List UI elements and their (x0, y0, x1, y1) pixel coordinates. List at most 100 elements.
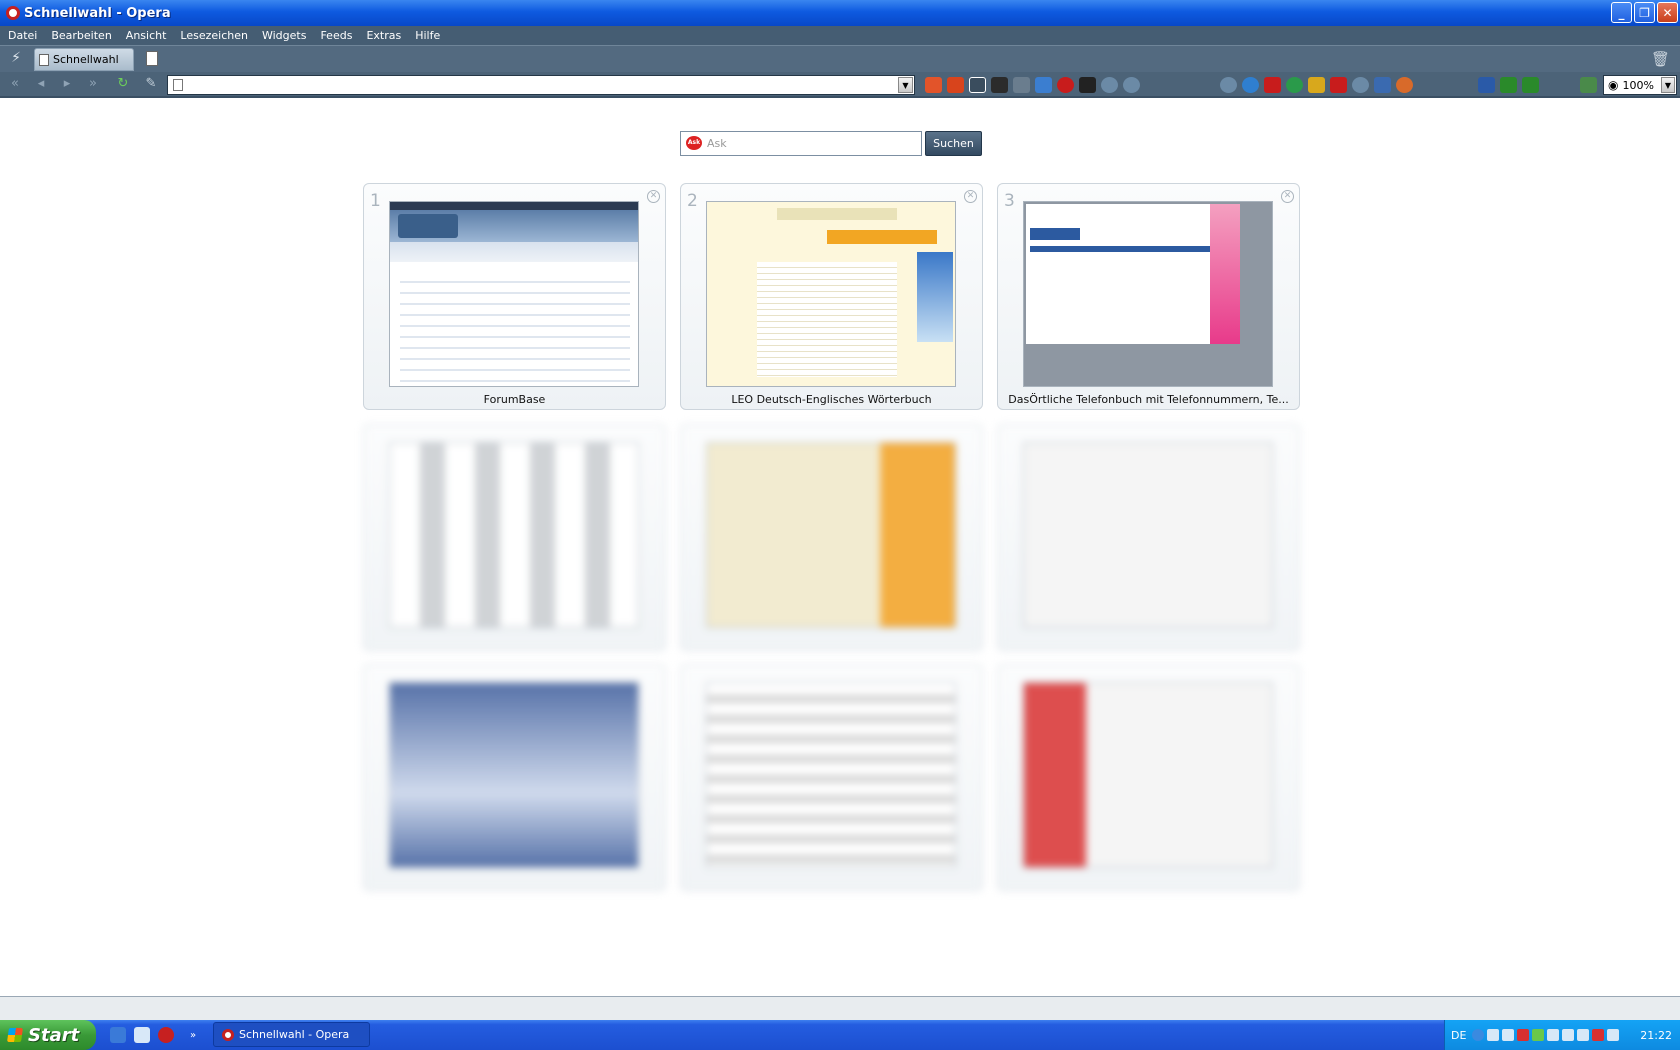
dial-thumbnail (389, 442, 639, 628)
search-engine-icon[interactable] (1123, 77, 1140, 93)
search-engine-icon[interactable] (947, 77, 964, 93)
menu-lesezeichen[interactable]: Lesezeichen (174, 29, 256, 42)
new-tab-button[interactable] (146, 51, 158, 66)
search-button[interactable]: Suchen (925, 131, 982, 156)
zoom-value: 100% (1622, 78, 1654, 92)
trash-icon[interactable]: 🗑 (1651, 50, 1670, 68)
tab-bar: ⚡ Schnellwahl 🗑 (0, 45, 1680, 72)
dial-thumbnail (1023, 442, 1273, 628)
dial-thumbnail (389, 682, 639, 868)
speed-dial-8[interactable] (680, 664, 983, 891)
speed-dial-1[interactable]: 1 ✕ ForumBase (363, 183, 666, 410)
sidebar-ads (917, 252, 953, 342)
speed-dial-7[interactable] (363, 664, 666, 891)
ie-icon[interactable] (110, 1027, 126, 1043)
bookmark-icon[interactable] (1220, 77, 1237, 93)
tab-schnellwahl[interactable]: Schnellwahl (34, 48, 134, 71)
tray-icon[interactable] (1592, 1029, 1605, 1041)
zoom-dropdown-button[interactable]: ▼ (1661, 77, 1675, 93)
speed-dial-9[interactable] (997, 664, 1300, 891)
search-engine-icon[interactable] (1101, 77, 1118, 93)
bookmark-icon[interactable] (1478, 77, 1495, 93)
menu-feeds[interactable]: Feeds (314, 29, 360, 42)
bookmark-icon[interactable] (1396, 77, 1413, 93)
bookmark-icon[interactable] (1286, 77, 1303, 93)
close-icon[interactable]: ✕ (1281, 190, 1294, 203)
dial-number: 1 (370, 191, 381, 211)
dial-thumbnail (1023, 682, 1273, 868)
opera-icon[interactable] (158, 1027, 174, 1043)
close-icon[interactable]: ✕ (647, 190, 660, 203)
menu-bearbeiten[interactable]: Bearbeiten (45, 29, 119, 42)
minimize-button[interactable]: _ (1611, 2, 1632, 23)
close-icon[interactable]: ✕ (964, 190, 977, 203)
dial-thumbnail (706, 201, 956, 387)
navigation-toolbar: « ◂ ▸ » ↻ ✎ ▼ ◉ 100% ▼ (0, 72, 1680, 98)
maximize-button[interactable]: ❐ (1634, 2, 1655, 23)
language-indicator[interactable]: DE (1451, 1029, 1466, 1042)
search-engine-icon[interactable] (991, 77, 1008, 93)
clock[interactable]: 21:22 (1640, 1029, 1672, 1042)
lightning-icon[interactable]: ⚡ (6, 50, 26, 68)
tray-icon[interactable] (1607, 1029, 1620, 1041)
dial-thumbnail (389, 201, 639, 387)
desktop-icon[interactable] (134, 1027, 150, 1043)
counter-icon[interactable] (1522, 77, 1539, 93)
tray-icon[interactable] (1532, 1029, 1545, 1041)
speed-dial-4[interactable] (363, 424, 666, 651)
bookmark-icon[interactable] (1308, 77, 1325, 93)
dial-title: ForumBase (483, 393, 546, 406)
tools-icon[interactable]: ✎ (140, 76, 162, 94)
search-engine-icon[interactable] (1013, 77, 1030, 93)
menu-extras[interactable]: Extras (360, 29, 409, 42)
fast-forward-button[interactable]: » (82, 76, 104, 94)
site-header (777, 208, 897, 220)
search-engine-icon[interactable] (1079, 77, 1096, 93)
counter-icon[interactable] (1500, 77, 1517, 93)
speed-dial-3[interactable]: 3 ✕ DasÖrtliche Telefonbuch mit Telefonn… (997, 183, 1300, 410)
bookmark-icon[interactable] (1242, 77, 1259, 93)
menu-widgets[interactable]: Widgets (256, 29, 314, 42)
taskbar-item-opera[interactable]: Schnellwahl - Opera (213, 1022, 370, 1047)
menu-datei[interactable]: Datei (2, 29, 45, 42)
address-dropdown-button[interactable]: ▼ (898, 77, 913, 93)
banner (827, 230, 937, 244)
chevron-right-icon[interactable]: » (190, 1030, 196, 1041)
tray-icon[interactable] (1472, 1029, 1485, 1041)
tray-icon[interactable] (1517, 1029, 1530, 1041)
search-input[interactable]: Ask (680, 131, 922, 156)
reload-button[interactable]: ↻ (112, 76, 134, 94)
start-button[interactable]: Start (0, 1020, 96, 1050)
window-title: Schnellwahl - Opera (24, 5, 171, 21)
search-engine-icon[interactable] (969, 77, 986, 93)
menu-hilfe[interactable]: Hilfe (409, 29, 448, 42)
address-field[interactable]: ▼ (167, 75, 915, 95)
back-button[interactable]: ◂ (30, 76, 52, 94)
bookmark-icon[interactable] (1352, 77, 1369, 93)
windows-logo-icon (7, 1028, 23, 1042)
menu-bar: Datei Bearbeiten Ansicht Lesezeichen Wid… (0, 26, 1680, 45)
tray-icon[interactable] (1547, 1029, 1560, 1041)
star-icon[interactable] (1057, 77, 1074, 93)
menu-ansicht[interactable]: Ansicht (120, 29, 175, 42)
system-tray: DE 21:22 (1444, 1020, 1680, 1050)
network-icon[interactable] (1580, 77, 1597, 93)
search-engine-icon[interactable] (925, 77, 942, 93)
speed-dial-6[interactable] (997, 424, 1300, 651)
speed-dial-5[interactable] (680, 424, 983, 651)
bookmark-icon[interactable] (1330, 77, 1347, 93)
zoom-field[interactable]: ◉ 100% ▼ (1603, 75, 1677, 95)
search-engine-icon[interactable] (1035, 77, 1052, 93)
forum-list (400, 272, 630, 382)
close-button[interactable]: ✕ (1657, 2, 1678, 23)
tray-icon[interactable] (1487, 1029, 1500, 1041)
dial-number: 3 (1004, 191, 1015, 211)
speed-dial-2[interactable]: 2 ✕ LEO Deutsch-Englisches Wörterbuch (680, 183, 983, 410)
tray-icon[interactable] (1502, 1029, 1515, 1041)
forward-button[interactable]: ▸ (56, 76, 78, 94)
rewind-button[interactable]: « (4, 76, 26, 94)
youtube-icon[interactable] (1264, 77, 1281, 93)
bookmark-icon[interactable] (1374, 77, 1391, 93)
tray-icon[interactable] (1562, 1029, 1575, 1041)
volume-icon[interactable] (1577, 1029, 1590, 1041)
